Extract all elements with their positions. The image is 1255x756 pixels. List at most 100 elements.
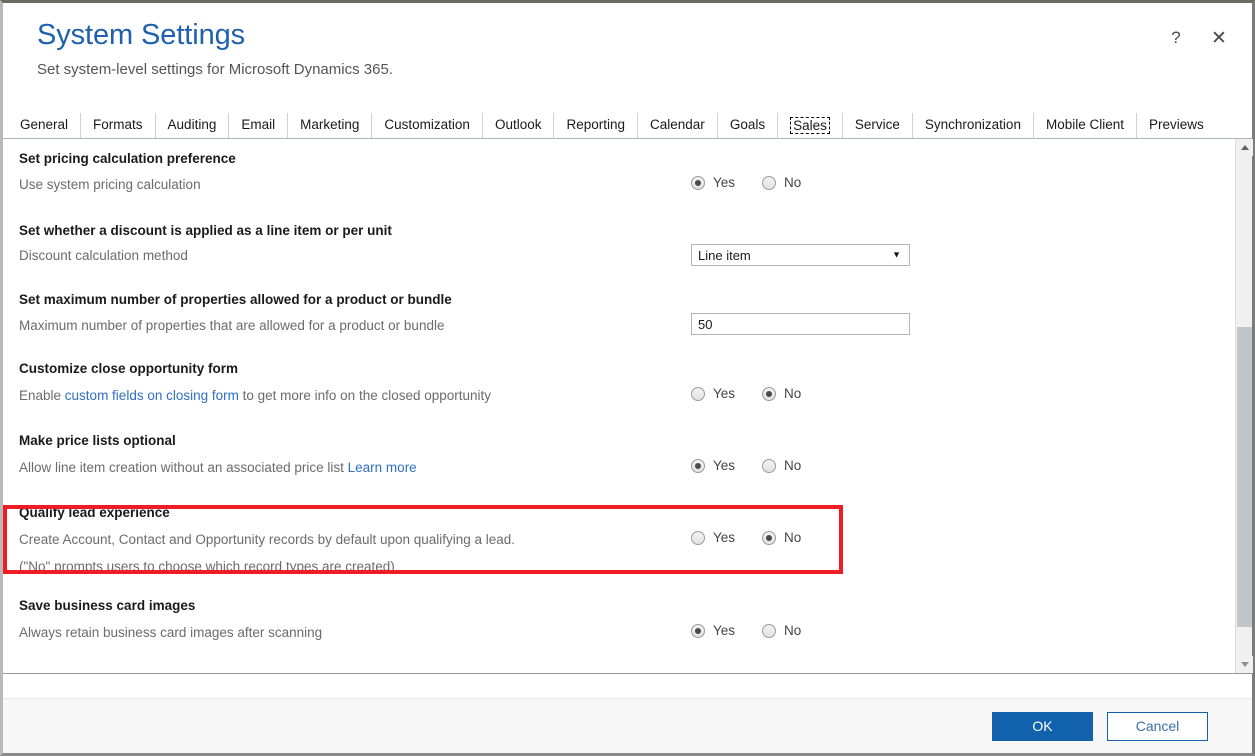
- setting-description-qualify-lead-experience: Create Account, Contact and Opportunity …: [19, 532, 516, 547]
- settings-tabstrip: General Formats Auditing Email Marketing Cust…: [3, 113, 1252, 139]
- system-settings-dialog: System Settings Set system-level setting…: [0, 0, 1255, 756]
- text-input-maximum-properties[interactable]: [691, 313, 910, 335]
- radio-customize-close-opportunity-form-yes[interactable]: Yes: [691, 386, 735, 402]
- tab-label: Email: [241, 117, 276, 132]
- setting-title-save-business-card-images: Save business card images: [19, 598, 196, 613]
- vertical-scrollbar[interactable]: [1235, 139, 1253, 673]
- radio-dot-icon: [762, 459, 777, 473]
- radio-dot-icon: [762, 531, 777, 545]
- chevron-down-icon: ▼: [892, 249, 901, 260]
- radio-customize-close-opportunity-form-no[interactable]: No: [762, 386, 801, 402]
- dialog-footer: OK Cancel: [3, 698, 1252, 753]
- tab-goals[interactable]: Goals: [717, 113, 779, 138]
- dialog-header: System Settings Set system-level setting…: [3, 3, 1252, 113]
- radio-label: Yes: [713, 458, 736, 473]
- tab-label: Synchronization: [924, 117, 1021, 132]
- tab-label: Formats: [93, 117, 143, 132]
- page-title: System Settings: [37, 19, 246, 51]
- dropdown-discount-calculation-method[interactable]: Line item ▼: [691, 244, 910, 266]
- radio-label: No: [784, 530, 802, 545]
- tab-mobile-client[interactable]: Mobile Client: [1033, 113, 1137, 138]
- tab-label: Customization: [384, 117, 470, 132]
- tab-label: Goals: [729, 117, 766, 132]
- radio-label: Yes: [713, 623, 736, 638]
- help-icon[interactable]: ?: [1165, 27, 1187, 49]
- radio-qualify-lead-experience-no[interactable]: No: [762, 530, 801, 546]
- radio-group-customize-close-opportunity-form: Yes No: [691, 386, 801, 402]
- tab-service[interactable]: Service: [842, 113, 913, 138]
- radio-label: Yes: [713, 386, 736, 401]
- tab-label: General: [20, 117, 69, 132]
- radio-label: No: [784, 386, 802, 401]
- radio-dot-icon: [691, 624, 705, 638]
- radio-group-make-price-lists-optional: Yes No: [691, 458, 801, 474]
- description-link[interactable]: custom fields on closing form: [65, 388, 239, 403]
- setting-title-customize-close-opportunity-form: Customize close opportunity form: [19, 361, 239, 376]
- settings-scroll-region: Set pricing calculation preference Use sy…: [3, 139, 1235, 673]
- setting-title-discount-calculation-method: Set whether a discount is applied as a l…: [19, 223, 392, 238]
- setting-description-pricing-calculation-preference: Use system pricing calculation: [19, 177, 201, 192]
- tab-label: Previews: [1149, 117, 1204, 132]
- radio-make-price-lists-optional-no[interactable]: No: [762, 458, 801, 474]
- tab-sales[interactable]: Sales: [778, 113, 843, 138]
- tab-label: Marketing: [300, 117, 360, 132]
- tab-reporting[interactable]: Reporting: [554, 113, 639, 138]
- tab-synchronization[interactable]: Synchronization: [912, 113, 1034, 138]
- setting-description-line2-qualify-lead-experience: ("No" prompts users to choose which reco…: [19, 559, 395, 574]
- radio-make-price-lists-optional-yes[interactable]: Yes: [691, 458, 735, 474]
- tab-label: Service: [854, 117, 900, 132]
- cancel-button[interactable]: Cancel: [1107, 711, 1208, 741]
- tab-label: Mobile Client: [1045, 117, 1124, 132]
- radio-label: No: [784, 175, 802, 190]
- radio-group-pricing-calculation-preference: Yes No: [691, 175, 801, 191]
- tab-label: Reporting: [566, 117, 626, 132]
- window-controls: ? ✕: [1165, 27, 1230, 49]
- radio-pricing-calculation-preference-yes[interactable]: Yes: [691, 175, 735, 191]
- setting-description-save-business-card-images: Always retain business card images after…: [19, 625, 323, 640]
- radio-dot-icon: [691, 531, 705, 545]
- tab-marketing[interactable]: Marketing: [288, 113, 373, 138]
- setting-title-qualify-lead-experience: Qualify lead experience: [19, 505, 170, 520]
- setting-title-maximum-properties: Set maximum number of properties allowed…: [19, 292, 452, 307]
- close-icon[interactable]: ✕: [1208, 27, 1230, 49]
- description-text-after: to get more info on the closed opportuni…: [238, 388, 492, 403]
- setting-description-maximum-properties: Maximum number of properties that are al…: [19, 318, 445, 333]
- tab-previews[interactable]: Previews: [1137, 113, 1216, 138]
- description-link[interactable]: Learn more: [348, 460, 417, 475]
- radio-dot-icon: [691, 387, 705, 401]
- tab-general[interactable]: General: [7, 113, 82, 138]
- page-subtitle: Set system-level settings for Microsoft …: [37, 61, 393, 78]
- tab-formats[interactable]: Formats: [81, 113, 156, 138]
- radio-label: No: [784, 623, 802, 638]
- setting-title-make-price-lists-optional: Make price lists optional: [19, 433, 176, 448]
- radio-dot-icon: [762, 624, 777, 638]
- scrollbar-thumb[interactable]: [1237, 327, 1252, 627]
- radio-save-business-card-images-yes[interactable]: Yes: [691, 623, 735, 639]
- tab-label: Auditing: [167, 117, 217, 132]
- tab-label: Calendar: [650, 117, 705, 132]
- settings-list: Set pricing calculation preference Use sy…: [3, 139, 1235, 673]
- dropdown-selected-value: Line item: [698, 247, 751, 263]
- tab-outlook[interactable]: Outlook: [482, 113, 555, 138]
- radio-pricing-calculation-preference-no[interactable]: No: [762, 175, 801, 191]
- tab-auditing[interactable]: Auditing: [155, 113, 230, 138]
- setting-description-discount-calculation-method: Discount calculation method: [19, 248, 188, 263]
- setting-description-make-price-lists-optional: Allow line item creation without an asso…: [19, 459, 417, 477]
- tab-customization[interactable]: Customization: [372, 113, 483, 138]
- radio-group-qualify-lead-experience: Yes No: [691, 530, 801, 546]
- description-text: Enable: [19, 388, 65, 403]
- ok-button[interactable]: OK: [992, 711, 1093, 741]
- radio-label: No: [784, 458, 802, 473]
- radio-label: Yes: [713, 175, 736, 190]
- radio-qualify-lead-experience-yes[interactable]: Yes: [691, 530, 735, 546]
- content-area: Set pricing calculation preference Use sy…: [3, 139, 1253, 674]
- setting-description-customize-close-opportunity-form: Enable custom fields on closing form to …: [19, 387, 491, 405]
- radio-dot-icon: [691, 459, 705, 473]
- radio-dot-icon: [691, 176, 705, 190]
- radio-save-business-card-images-no[interactable]: No: [762, 623, 801, 639]
- scroll-up-arrow-icon[interactable]: [1236, 139, 1253, 156]
- scroll-down-arrow-icon[interactable]: [1236, 656, 1253, 673]
- tab-label: Outlook: [494, 117, 542, 132]
- tab-email[interactable]: Email: [229, 113, 289, 138]
- tab-calendar[interactable]: Calendar: [638, 113, 718, 138]
